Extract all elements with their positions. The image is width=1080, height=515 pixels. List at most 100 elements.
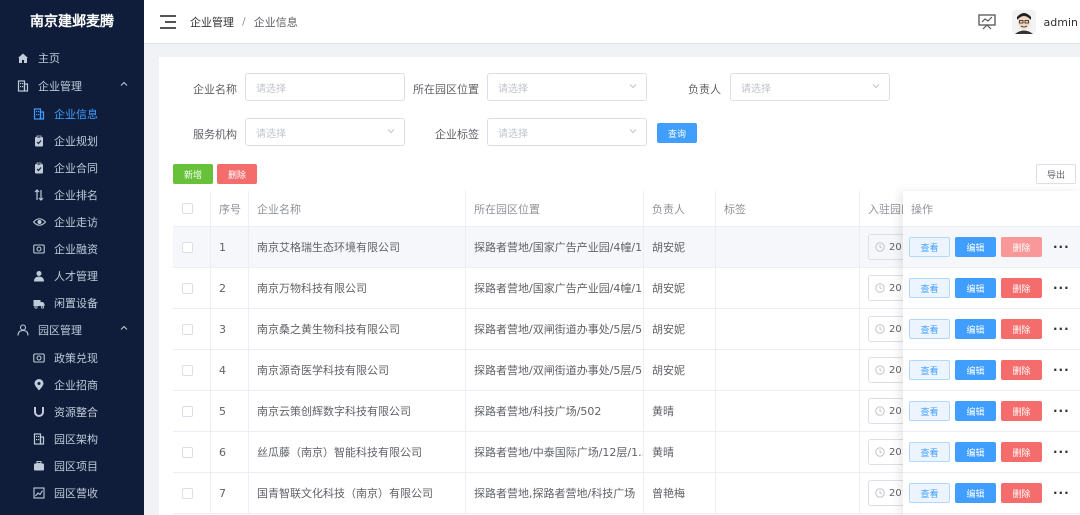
batch-delete-button[interactable]: 删除 bbox=[217, 164, 257, 184]
more-icon[interactable]: ··· bbox=[1053, 363, 1070, 377]
more-icon[interactable]: ··· bbox=[1053, 281, 1070, 295]
tag-placeholder: 请选择 bbox=[498, 128, 528, 140]
row-date-picker[interactable]: 20 bbox=[868, 234, 905, 260]
row-date-picker[interactable]: 20 bbox=[868, 439, 905, 465]
breadcrumb: 企业管理 / 企业信息 bbox=[190, 14, 298, 30]
company-name-input[interactable]: 请选择 bbox=[245, 73, 405, 101]
sidebar-item-6[interactable]: 企业走访 bbox=[0, 208, 144, 235]
edit-button[interactable]: 编辑 bbox=[955, 278, 996, 298]
row-checkbox[interactable] bbox=[182, 241, 193, 253]
edit-button[interactable]: 编辑 bbox=[955, 360, 996, 380]
more-icon[interactable]: ··· bbox=[1053, 445, 1070, 459]
view-button[interactable]: 查看 bbox=[909, 442, 950, 462]
delete-button[interactable]: 删除 bbox=[1001, 237, 1042, 257]
chevron-down-icon bbox=[872, 84, 880, 89]
row-index: 2 bbox=[211, 268, 249, 308]
money-icon bbox=[32, 242, 46, 256]
sidebar-item-0[interactable]: 主页 bbox=[0, 44, 144, 72]
edit-button[interactable]: 编辑 bbox=[955, 319, 996, 339]
row-checkbox[interactable] bbox=[182, 282, 193, 294]
more-icon[interactable]: ··· bbox=[1053, 404, 1070, 418]
edit-button[interactable]: 编辑 bbox=[955, 483, 996, 503]
view-button[interactable]: 查看 bbox=[909, 483, 950, 503]
view-button[interactable]: 查看 bbox=[909, 237, 950, 257]
tag-select[interactable]: 请选择 bbox=[487, 118, 647, 146]
sidebar-item-1[interactable]: 企业管理 bbox=[0, 72, 144, 100]
row-company-name: 南京云策创辉数字科技有限公司 bbox=[249, 391, 466, 431]
more-icon[interactable]: ··· bbox=[1053, 322, 1070, 336]
row-date-picker[interactable]: 20 bbox=[868, 357, 905, 383]
row-date-cell: 20 bbox=[860, 432, 905, 472]
more-icon[interactable]: ··· bbox=[1053, 240, 1070, 254]
delete-button[interactable]: 删除 bbox=[1001, 483, 1042, 503]
view-button[interactable]: 查看 bbox=[909, 360, 950, 380]
breadcrumb-item-enterprise[interactable]: 企业管理 bbox=[190, 14, 234, 30]
eye-icon bbox=[32, 215, 46, 229]
location-select[interactable]: 请选择 bbox=[487, 73, 647, 101]
view-button[interactable]: 查看 bbox=[909, 401, 950, 421]
sidebar-item-12[interactable]: 企业招商 bbox=[0, 371, 144, 398]
delete-button[interactable]: 删除 bbox=[1001, 401, 1042, 421]
view-button[interactable]: 查看 bbox=[909, 278, 950, 298]
hamburger-icon[interactable] bbox=[160, 14, 176, 29]
sidebar-item-2[interactable]: 企业信息 bbox=[0, 100, 144, 127]
sidebar-item-label: 企业招商 bbox=[54, 378, 98, 392]
sidebar-item-14[interactable]: 园区架构 bbox=[0, 425, 144, 452]
row-check-cell bbox=[173, 268, 211, 308]
sidebar-item-8[interactable]: 人才管理 bbox=[0, 262, 144, 289]
row-owner: 胡安妮 bbox=[644, 268, 716, 308]
sidebar-item-9[interactable]: 闲置设备 bbox=[0, 289, 144, 316]
add-button[interactable]: 新增 bbox=[173, 164, 213, 184]
avatar[interactable] bbox=[1011, 10, 1036, 34]
sidebar-item-5[interactable]: 企业排名 bbox=[0, 181, 144, 208]
query-button[interactable]: 查询 bbox=[657, 123, 697, 143]
select-all-checkbox[interactable] bbox=[182, 203, 193, 214]
row-checkbox[interactable] bbox=[182, 487, 193, 499]
sidebar-item-16[interactable]: 园区营收 bbox=[0, 479, 144, 506]
delete-button[interactable]: 删除 bbox=[1001, 360, 1042, 380]
row-date-picker[interactable]: 20 bbox=[868, 316, 905, 342]
more-icon[interactable]: ··· bbox=[1053, 486, 1070, 500]
sidebar-item-15[interactable]: 园区项目 bbox=[0, 452, 144, 479]
view-button[interactable]: 查看 bbox=[909, 319, 950, 339]
ops-row: 查看 编辑 删除 ··· bbox=[903, 350, 1080, 391]
row-checkbox[interactable] bbox=[182, 323, 193, 335]
owner-select[interactable]: 请选择 bbox=[730, 73, 890, 101]
sidebar-item-label: 园区项目 bbox=[54, 459, 98, 473]
delete-button[interactable]: 删除 bbox=[1001, 319, 1042, 339]
row-date-picker[interactable]: 20 bbox=[868, 275, 905, 301]
sidebar-item-7[interactable]: 企业融资 bbox=[0, 235, 144, 262]
export-button[interactable]: 导出 bbox=[1036, 164, 1076, 184]
sidebar-item-3[interactable]: 企业规划 bbox=[0, 127, 144, 154]
sidebar-item-label: 企业排名 bbox=[54, 188, 98, 202]
clipboard-icon bbox=[32, 134, 46, 148]
clock-icon bbox=[875, 365, 885, 375]
location-icon bbox=[32, 378, 46, 392]
row-check-cell bbox=[173, 473, 211, 513]
row-date-picker[interactable]: 20 bbox=[868, 480, 905, 506]
presentation-screen-icon[interactable] bbox=[977, 14, 996, 30]
row-checkbox[interactable] bbox=[182, 364, 193, 376]
row-location: 探路者营地/双闸街道办事处/5层/5... bbox=[466, 309, 644, 349]
row-tag bbox=[716, 432, 860, 472]
delete-button[interactable]: 删除 bbox=[1001, 278, 1042, 298]
row-date-picker[interactable]: 20 bbox=[868, 398, 905, 424]
sidebar-item-4[interactable]: 企业合同 bbox=[0, 154, 144, 181]
row-date-value: 20 bbox=[889, 487, 902, 499]
sidebar-item-11[interactable]: 政策兑现 bbox=[0, 344, 144, 371]
sidebar-item-13[interactable]: 资源整合 bbox=[0, 398, 144, 425]
username[interactable]: admin bbox=[1044, 16, 1078, 29]
row-date-value: 20 bbox=[889, 282, 902, 294]
person-outline-icon bbox=[16, 323, 30, 337]
delete-button[interactable]: 删除 bbox=[1001, 442, 1042, 462]
service-placeholder: 请选择 bbox=[256, 128, 286, 140]
service-select[interactable]: 请选择 bbox=[245, 118, 405, 146]
edit-button[interactable]: 编辑 bbox=[955, 442, 996, 462]
breadcrumb-item-current: 企业信息 bbox=[253, 15, 298, 29]
row-location: 探路者营地/科技广场/502 bbox=[466, 391, 644, 431]
edit-button[interactable]: 编辑 bbox=[955, 237, 996, 257]
edit-button[interactable]: 编辑 bbox=[955, 401, 996, 421]
sidebar-item-10[interactable]: 园区管理 bbox=[0, 316, 144, 344]
row-checkbox[interactable] bbox=[182, 405, 193, 417]
row-checkbox[interactable] bbox=[182, 446, 193, 458]
